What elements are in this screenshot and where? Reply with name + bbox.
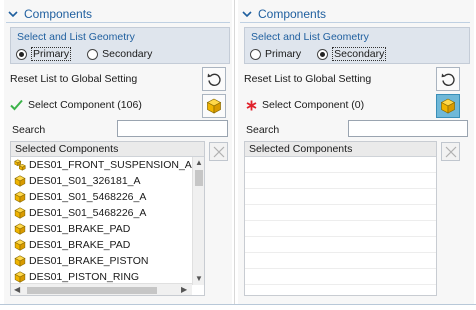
search-input[interactable] bbox=[348, 120, 468, 137]
scroll-down-icon[interactable]: ▼ bbox=[195, 274, 203, 284]
list-item-label: DES01_S01_5468226_A bbox=[29, 207, 147, 219]
radio-primary[interactable]: Primary bbox=[250, 48, 301, 60]
search-label: Search bbox=[12, 124, 46, 136]
right-section-header[interactable]: Components bbox=[240, 4, 326, 24]
list-body bbox=[245, 157, 436, 285]
chevron-down-icon[interactable] bbox=[6, 7, 20, 21]
empty-row bbox=[245, 157, 436, 173]
remove-selected-button[interactable] bbox=[441, 142, 460, 161]
list-item[interactable]: DES01_BRAKE_PISTON bbox=[11, 253, 204, 269]
select-component-label: Select Component (0) bbox=[262, 99, 365, 111]
list-item-label: DES01_BRAKE_PAD bbox=[29, 239, 131, 251]
vertical-scroll-thumb[interactable] bbox=[195, 170, 203, 186]
radio-secondary-indicator[interactable] bbox=[87, 48, 99, 60]
list-item[interactable]: DES01_S01_5468226_A bbox=[11, 205, 204, 221]
list-body: DES01_FRONT_SUSPENSION_ASSM DES01_S01_326… bbox=[11, 157, 204, 285]
reset-list-label: Reset List to Global Setting bbox=[10, 73, 138, 85]
remove-selected-button[interactable] bbox=[209, 142, 228, 161]
empty-row bbox=[245, 205, 436, 221]
assembly-icon bbox=[14, 159, 26, 171]
select-component-label: Select Component (106) bbox=[28, 99, 142, 111]
radio-primary-indicator[interactable] bbox=[16, 48, 27, 60]
part-icon bbox=[14, 223, 26, 235]
selected-components-list: Selected Components bbox=[244, 141, 437, 296]
list-item-label: DES01_BRAKE_PAD bbox=[29, 223, 131, 235]
section-divider bbox=[6, 22, 230, 23]
horizontal-scrollbar[interactable]: ◀ ▶ bbox=[11, 283, 192, 295]
search-input[interactable] bbox=[117, 120, 228, 137]
panel-separator bbox=[234, 0, 235, 304]
list-item-label: DES01_S01_326181_A bbox=[29, 175, 141, 187]
list-item[interactable]: DES01_BRAKE_PAD bbox=[11, 237, 204, 253]
reset-list-button[interactable] bbox=[202, 67, 226, 91]
part-icon bbox=[14, 271, 26, 283]
empty-row bbox=[245, 221, 436, 237]
bottom-border bbox=[0, 304, 476, 305]
radio-secondary-label: Secondary bbox=[102, 48, 153, 60]
scroll-left-icon[interactable]: ◀ bbox=[14, 285, 20, 295]
select-component-button[interactable] bbox=[202, 94, 226, 118]
empty-row bbox=[245, 253, 436, 269]
search-label: Search bbox=[246, 124, 280, 136]
select-geometry-group: Select and List Geometry Primary Seconda… bbox=[244, 27, 470, 64]
close-icon bbox=[445, 146, 456, 157]
reset-list-button[interactable] bbox=[436, 67, 460, 91]
cube-icon bbox=[206, 98, 222, 114]
undo-icon bbox=[207, 73, 221, 86]
select-component-row[interactable]: Select Component (0) bbox=[246, 99, 364, 111]
reset-list-label: Reset List to Global Setting bbox=[244, 73, 372, 85]
empty-row bbox=[245, 189, 436, 205]
radio-secondary[interactable]: Secondary bbox=[317, 47, 387, 61]
part-icon bbox=[14, 255, 26, 267]
selected-components-list: Selected Components DES01_FRONT_SUSPENSI… bbox=[10, 141, 205, 296]
radio-secondary-indicator[interactable] bbox=[317, 48, 329, 60]
left-section-header[interactable]: Components bbox=[6, 4, 92, 24]
cube-icon bbox=[440, 98, 456, 114]
radio-primary-label: Primary bbox=[31, 47, 72, 61]
empty-row bbox=[245, 269, 436, 285]
left-components-panel: Components Select and List Geometry Prim… bbox=[4, 0, 232, 304]
close-icon bbox=[213, 146, 224, 157]
list-item[interactable]: DES01_FRONT_SUSPENSION_ASSM bbox=[11, 157, 204, 173]
select-geometry-group: Select and List Geometry Primary Seconda… bbox=[10, 27, 230, 64]
section-title: Components bbox=[24, 7, 93, 21]
part-icon bbox=[14, 207, 26, 219]
radio-primary-label: Primary bbox=[265, 48, 302, 60]
section-divider bbox=[240, 22, 470, 23]
list-item-label: DES01_BRAKE_PISTON bbox=[29, 255, 149, 267]
section-title: Components bbox=[258, 7, 327, 21]
empty-row bbox=[245, 173, 436, 189]
checkmark-icon bbox=[10, 99, 23, 111]
list-item-label: DES01_S01_5468226_A bbox=[29, 191, 147, 203]
undo-icon bbox=[441, 73, 455, 86]
horizontal-scroll-thumb[interactable] bbox=[27, 287, 157, 294]
scroll-right-icon[interactable]: ▶ bbox=[181, 285, 187, 295]
radio-secondary[interactable]: Secondary bbox=[87, 48, 152, 60]
chevron-down-icon[interactable] bbox=[240, 7, 254, 21]
required-asterisk-icon bbox=[246, 100, 257, 110]
right-components-panel: Components Select and List Geometry Prim… bbox=[238, 0, 474, 304]
part-icon bbox=[14, 175, 26, 187]
group-title: Select and List Geometry bbox=[251, 31, 369, 43]
list-header: Selected Components bbox=[245, 142, 436, 157]
empty-row bbox=[245, 237, 436, 253]
part-icon bbox=[14, 191, 26, 203]
radio-primary-indicator[interactable] bbox=[250, 48, 261, 60]
list-item[interactable]: DES01_S01_5468226_A bbox=[11, 189, 204, 205]
vertical-scrollbar[interactable]: ▲ ▼ bbox=[192, 157, 204, 285]
scroll-up-icon[interactable]: ▲ bbox=[195, 158, 203, 168]
select-component-row[interactable]: Select Component (106) bbox=[10, 99, 142, 111]
list-header: Selected Components bbox=[11, 142, 204, 157]
part-icon bbox=[14, 239, 26, 251]
list-item[interactable]: DES01_BRAKE_PAD bbox=[11, 221, 204, 237]
radio-primary[interactable]: Primary bbox=[16, 47, 72, 61]
radio-secondary-label: Secondary bbox=[332, 47, 387, 61]
list-item[interactable]: DES01_S01_326181_A bbox=[11, 173, 204, 189]
group-title: Select and List Geometry bbox=[17, 31, 135, 43]
select-component-button[interactable] bbox=[436, 94, 460, 118]
list-item-label: DES01_FRONT_SUSPENSION_ASSM bbox=[29, 159, 204, 171]
